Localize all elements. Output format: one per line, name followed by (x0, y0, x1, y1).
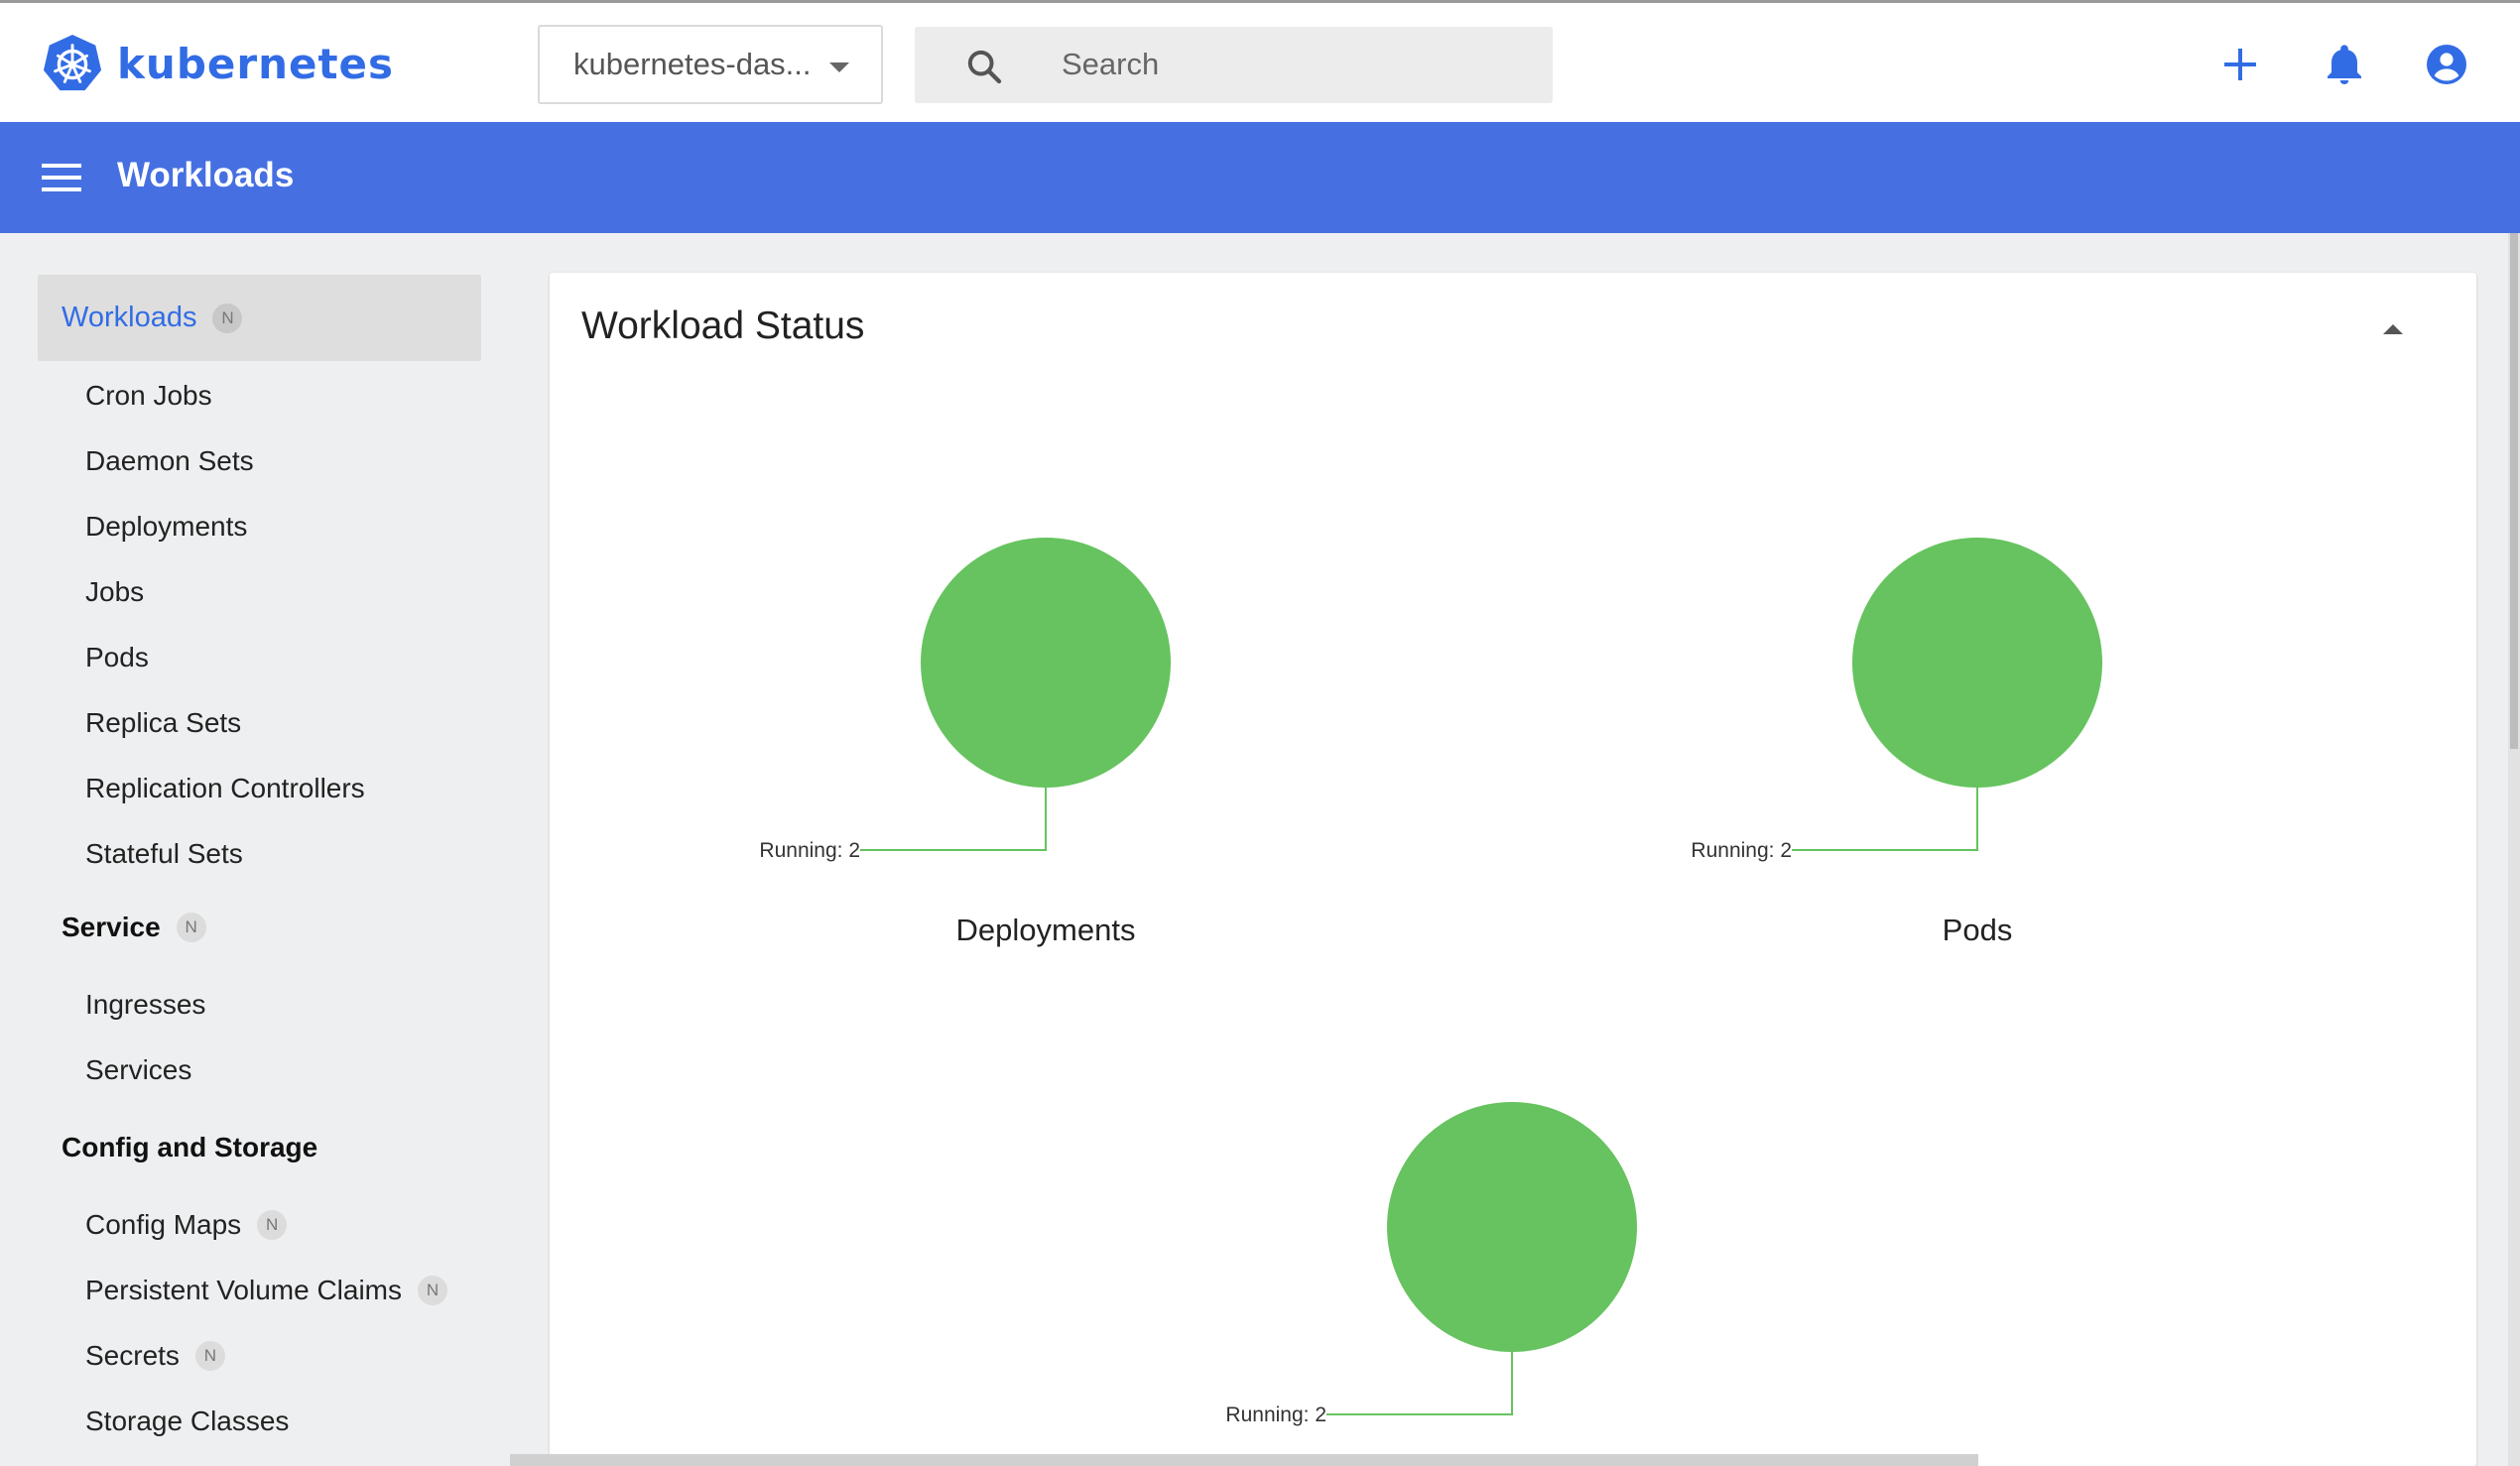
sidebar-item-label: Config Maps (85, 1209, 242, 1240)
sidebar-item-services[interactable]: Services (85, 1054, 191, 1086)
page-header-bar: Workloads (0, 122, 2520, 233)
namespaced-badge: N (418, 1276, 448, 1305)
sidebar-item-label: Secrets (85, 1340, 180, 1371)
sidebar-item-persistent-volume-claims[interactable]: Persistent Volume Claims N (85, 1275, 448, 1306)
sidebar-item-jobs[interactable]: Jobs (85, 576, 144, 608)
namespaced-badge: N (212, 303, 243, 333)
sidebar-item-deployments[interactable]: Deployments (85, 511, 247, 543)
namespaced-badge: N (257, 1210, 288, 1240)
pie-label-line (860, 788, 1047, 851)
top-bar: kubernetes kubernetes-das... (0, 0, 2520, 122)
page-title: Workloads (117, 156, 295, 194)
sidebar-item-secrets[interactable]: Secrets N (85, 1340, 225, 1372)
chart-title: Pods (1943, 913, 2013, 947)
namespaced-badge: N (194, 1341, 225, 1371)
pie-slice-label: Running: 2 (1225, 1404, 1326, 1426)
sidebar-item-storage-classes[interactable]: Storage Classes (85, 1405, 289, 1437)
sidebar-item-pods[interactable]: Pods (85, 642, 149, 673)
sidebar-item-replication-controllers[interactable]: Replication Controllers (85, 773, 365, 804)
horizontal-scrollbar[interactable] (510, 1454, 1978, 1466)
plus-icon[interactable] (2216, 41, 2264, 88)
namespace-value: kubernetes-das... (573, 47, 812, 81)
pie-slice (1387, 1102, 1637, 1352)
search-icon (967, 50, 1002, 84)
pie-slice (921, 538, 1171, 788)
kubernetes-logo[interactable]: kubernetes (42, 33, 394, 94)
workload-status-charts: Running: 2 Deployments Running: 2 Pods Runni… (759, 538, 2102, 1426)
caret-down-icon (829, 62, 849, 72)
kubernetes-wheel-icon (43, 34, 102, 91)
sidebar-item-stateful-sets[interactable]: Stateful Sets (85, 838, 243, 870)
pie-slice (1852, 538, 2102, 788)
search-box[interactable] (915, 27, 1553, 103)
sidebar-item-config-maps[interactable]: Config Maps N (85, 1209, 288, 1241)
sidebar-item-ingresses[interactable]: Ingresses (85, 989, 205, 1021)
sidebar-group-service[interactable]: Service N (62, 912, 206, 943)
scrollbar-thumb[interactable] (2510, 233, 2518, 749)
chart-title: Deployments (956, 913, 1136, 947)
sidebar-group-config-and-storage[interactable]: Config and Storage (62, 1132, 317, 1163)
namespaced-badge: N (176, 913, 206, 942)
sidebar-item-cron-jobs[interactable]: Cron Jobs (85, 380, 212, 412)
pie-label-line (1326, 1352, 1513, 1415)
pie-label-line (1792, 788, 1978, 851)
sidebar-item-label: Storage Classes (85, 1405, 290, 1436)
pie-slice-label: Running: 2 (759, 839, 860, 862)
sidebar-group-label: Service (62, 912, 161, 942)
workload-status-card: Workload Status Running: 2 Deployments Run… (550, 273, 2476, 1466)
logo-text: kubernetes (117, 39, 395, 88)
sidebar-group-label: Config and Storage (62, 1132, 318, 1162)
pie-slice-label: Running: 2 (1691, 839, 1792, 862)
search-input[interactable] (1062, 39, 1528, 90)
namespace-select[interactable]: kubernetes-das... (538, 25, 883, 104)
account-circle-icon[interactable] (2423, 41, 2470, 88)
sidebar-item-replica-sets[interactable]: Replica Sets (85, 707, 241, 739)
bell-icon[interactable] (2321, 41, 2368, 88)
sidebar-item-daemon-sets[interactable]: Daemon Sets (85, 445, 254, 477)
sidebar: Workloads N Cron Jobs Daemon Sets Deploy… (0, 233, 516, 1466)
sidebar-group-label: Workloads (62, 302, 197, 333)
hamburger-menu-icon[interactable] (38, 158, 85, 197)
sidebar-group-workloads[interactable]: Workloads N (38, 275, 481, 361)
sidebar-item-label: Persistent Volume Claims (85, 1275, 403, 1305)
vertical-scrollbar[interactable] (2508, 233, 2520, 1466)
